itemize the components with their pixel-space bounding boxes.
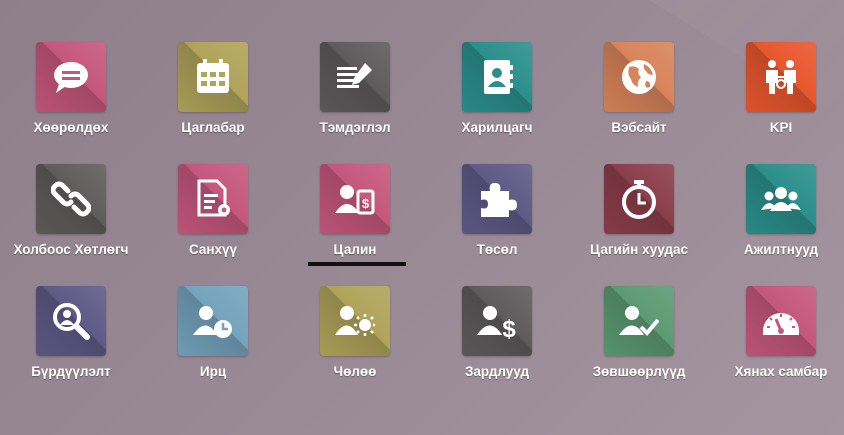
gauge-icon <box>763 313 799 335</box>
app-notes-tile <box>320 42 390 112</box>
stopwatch-icon <box>622 180 656 219</box>
app-accounting[interactable]: Санхүү <box>142 164 284 274</box>
app-kpi-tile <box>746 42 816 112</box>
app-project-tile <box>462 164 532 234</box>
app-recruitment-label: Бүрдүүлэлт <box>31 364 111 379</box>
kpi-people-icon <box>766 60 796 94</box>
app-dashboards-tile <box>746 286 816 356</box>
app-contacts-label: Харилцагч <box>461 120 533 135</box>
app-project-label: Төсөл <box>476 242 518 257</box>
app-contacts[interactable]: Харилцагч <box>426 42 568 152</box>
magnifier-icon <box>53 303 90 340</box>
app-recruitment-tile <box>36 286 106 356</box>
app-calendar-label: Цаглабар <box>181 120 245 135</box>
contact-book-icon <box>484 60 513 94</box>
payroll-icon: $ <box>335 185 375 215</box>
calendar-icon <box>197 59 229 93</box>
app-project[interactable]: Төсөл <box>426 164 568 274</box>
svg-text:$: $ <box>362 196 370 211</box>
app-leaves-tile <box>320 286 390 356</box>
app-recruitment[interactable]: Бүрдүүлэлт <box>0 286 142 396</box>
app-leaves-label: Чөлөө <box>333 364 377 379</box>
app-website-label: Вэбсайт <box>611 120 667 135</box>
app-website[interactable]: Вэбсайт <box>568 42 710 152</box>
app-expenses[interactable]: $ Зардлууд <box>426 286 568 396</box>
app-accounting-tile <box>178 164 248 234</box>
puzzle-icon <box>481 183 517 217</box>
app-calendar-tile <box>178 42 248 112</box>
app-notes-label: Тэмдэглэл <box>319 120 391 135</box>
app-accounting-label: Санхүү <box>188 242 238 257</box>
app-approvals-tile <box>604 286 674 356</box>
app-approvals-label: Зөвшөөрлүүд <box>592 364 686 379</box>
app-website-tile <box>604 42 674 112</box>
user-dollar-icon: $ <box>477 306 516 341</box>
svg-text:$: $ <box>502 316 516 341</box>
app-timesheet-label: Цагийн хуудас <box>590 242 688 257</box>
link-icon <box>51 181 91 217</box>
team-icon <box>761 187 801 211</box>
app-kpi[interactable]: KPI <box>710 42 844 152</box>
app-attendance-label: Ирц <box>199 364 227 379</box>
app-attendance[interactable]: Ирц <box>142 286 284 396</box>
app-payroll[interactable]: $ Цалин <box>284 164 426 274</box>
app-timesheet[interactable]: Цагийн хуудас <box>568 164 710 274</box>
app-discuss-label: Хөөрөлдөх <box>33 120 109 135</box>
app-timesheet-tile <box>604 164 674 234</box>
globe-icon <box>622 60 656 94</box>
notes-pencil-icon <box>337 63 372 88</box>
app-grid: Хөөрөлдөх Цаглабар Тэмдэглэл Харилцагч В… <box>0 0 844 435</box>
app-payroll-tile: $ <box>320 164 390 234</box>
app-expenses-label: Зардлууд <box>464 364 530 379</box>
app-kpi-label: KPI <box>769 120 793 135</box>
app-link-tracker[interactable]: Холбоос Хөтлөгч <box>0 164 142 274</box>
app-notes[interactable]: Тэмдэглэл <box>284 42 426 152</box>
app-dashboards[interactable]: Хянах самбар <box>710 286 844 396</box>
user-sun-icon <box>335 306 375 336</box>
app-discuss-tile <box>36 42 106 112</box>
app-calendar[interactable]: Цаглабар <box>142 42 284 152</box>
app-approvals[interactable]: Зөвшөөрлүүд <box>568 286 710 396</box>
app-link-tracker-tile <box>36 164 106 234</box>
chat-bubble-icon <box>54 62 88 93</box>
app-employees[interactable]: Ажилтнууд <box>710 164 844 274</box>
app-dashboards-label: Хянах самбар <box>734 364 828 379</box>
app-employees-tile <box>746 164 816 234</box>
app-expenses-tile: $ <box>462 286 532 356</box>
app-link-tracker-label: Холбоос Хөтлөгч <box>13 242 129 257</box>
active-app-underline <box>308 262 406 266</box>
invoice-gear-icon <box>197 179 230 217</box>
app-discuss[interactable]: Хөөрөлдөх <box>0 42 142 152</box>
app-attendance-tile <box>178 286 248 356</box>
app-leaves[interactable]: Чөлөө <box>284 286 426 396</box>
app-contacts-tile <box>462 42 532 112</box>
app-payroll-label: Цалин <box>333 242 377 257</box>
app-employees-label: Ажилтнууд <box>743 242 819 257</box>
user-check-icon <box>619 306 659 336</box>
user-clock-icon <box>193 306 232 338</box>
